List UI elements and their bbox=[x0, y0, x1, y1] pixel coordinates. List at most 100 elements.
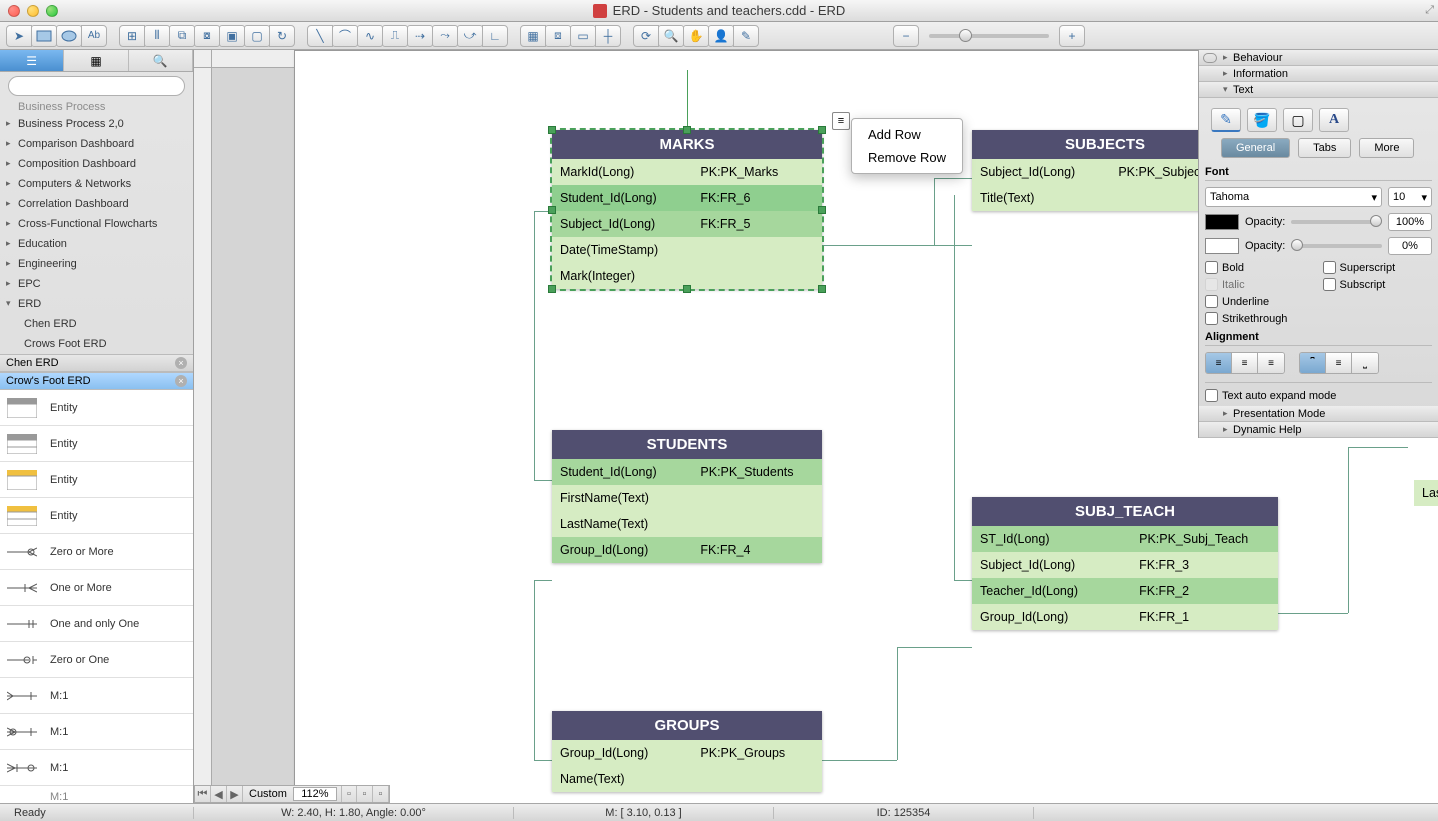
border-button[interactable]: ▢ bbox=[1283, 108, 1313, 132]
zoom-slider[interactable] bbox=[929, 34, 1049, 38]
zoom-out-button[interactable]: − bbox=[893, 25, 919, 47]
entity-row[interactable]: LastName(Text) bbox=[1414, 480, 1438, 506]
valign-middle-button[interactable]: ≡ bbox=[1326, 353, 1352, 373]
entity-row[interactable]: MarkId(Long)PK:PK_Marks bbox=[552, 159, 822, 185]
valign-bottom-button[interactable]: ⎵ bbox=[1352, 353, 1378, 373]
bold-checkbox[interactable]: Bold bbox=[1205, 261, 1315, 274]
minimize-window-button[interactable] bbox=[27, 5, 39, 17]
tab-general[interactable]: General bbox=[1221, 138, 1290, 158]
relation-line[interactable] bbox=[1348, 447, 1349, 613]
section-presentation[interactable]: ▸Presentation Mode bbox=[1199, 406, 1438, 422]
align-left-button[interactable]: ≡ bbox=[1206, 353, 1232, 373]
line-tool-button[interactable]: ╲ bbox=[307, 25, 333, 47]
selection-handle[interactable] bbox=[548, 285, 556, 293]
auto-expand-checkbox[interactable]: Text auto expand mode bbox=[1205, 389, 1432, 402]
grid-button[interactable]: ▦ bbox=[520, 25, 546, 47]
valign-top-button[interactable]: ⎴ bbox=[1300, 353, 1326, 373]
connector2-tool-button[interactable]: ⤳ bbox=[432, 25, 458, 47]
selection-handle[interactable] bbox=[683, 285, 691, 293]
rectangle-tool-button[interactable] bbox=[31, 25, 57, 47]
stencil-item[interactable]: One or More bbox=[0, 570, 193, 606]
text-color-swatch[interactable] bbox=[1205, 214, 1239, 230]
entity-subj_teach[interactable]: SUBJ_TEACHST_Id(Long)PK:PK_Subj_TeachSub… bbox=[972, 497, 1278, 630]
connector3-tool-button[interactable]: ⤻ bbox=[457, 25, 483, 47]
stencil-item[interactable]: M:1 bbox=[0, 714, 193, 750]
relation-line[interactable] bbox=[897, 647, 972, 648]
subscript-checkbox[interactable]: Subscript bbox=[1323, 278, 1433, 291]
arc-tool-button[interactable]: ⌒ bbox=[332, 25, 358, 47]
section-information[interactable]: ▸Information bbox=[1199, 66, 1438, 82]
align-center-button[interactable]: ≡ bbox=[1232, 353, 1258, 373]
tab-tabs[interactable]: Tabs bbox=[1298, 138, 1351, 158]
stencil-item[interactable]: Entity bbox=[0, 390, 193, 426]
stencil-item[interactable]: Entity bbox=[0, 498, 193, 534]
relation-line[interactable] bbox=[534, 580, 535, 760]
text-opacity-value[interactable]: 100% bbox=[1388, 213, 1432, 231]
tree-item[interactable]: Business Process bbox=[0, 100, 193, 114]
selection-handle[interactable] bbox=[818, 126, 826, 134]
entity-header[interactable]: GROUPS bbox=[552, 711, 822, 740]
section-text[interactable]: ▾Text bbox=[1199, 82, 1438, 98]
stencil-item[interactable]: M:1 bbox=[0, 678, 193, 714]
tree-item[interactable]: ▸Business Process 2,0 bbox=[0, 114, 193, 134]
sidebar-tab-tree[interactable]: ☰ bbox=[0, 50, 64, 71]
relation-line[interactable] bbox=[822, 760, 897, 761]
zoom-in-button[interactable]: + bbox=[1059, 25, 1085, 47]
entity-students[interactable]: STUDENTSStudent_Id(Long)PK:PK_StudentsFi… bbox=[552, 430, 822, 563]
entity-header[interactable]: MARKS bbox=[552, 130, 822, 159]
tree-item[interactable]: ▸Computers & Networks bbox=[0, 174, 193, 194]
relation-line[interactable] bbox=[1278, 613, 1348, 614]
close-window-button[interactable] bbox=[8, 5, 20, 17]
zoom-window-button[interactable] bbox=[46, 5, 58, 17]
zoom-button[interactable]: 🔍 bbox=[658, 25, 684, 47]
relation-line[interactable] bbox=[954, 195, 955, 580]
stencil-item[interactable]: M:1 bbox=[0, 786, 193, 803]
superscript-checkbox[interactable]: Superscript bbox=[1323, 261, 1433, 274]
tree-item-chen-erd[interactable]: Chen ERD bbox=[0, 314, 193, 334]
entity-marks[interactable]: MARKSMarkId(Long)PK:PK_MarksStudent_Id(L… bbox=[552, 130, 822, 289]
tree-item[interactable]: ▸Comparison Dashboard bbox=[0, 134, 193, 154]
entity-row[interactable]: Name(Text) bbox=[552, 766, 822, 792]
highlight-button[interactable]: ✎ bbox=[733, 25, 759, 47]
pointer-tool-button[interactable]: ➤ bbox=[6, 25, 32, 47]
tree-item[interactable]: ▸Education bbox=[0, 234, 193, 254]
view-mode-3-button[interactable]: ▫ bbox=[373, 786, 389, 802]
selection-handle[interactable] bbox=[818, 285, 826, 293]
entity-row[interactable]: Teacher_Id(Long)FK:FR_2 bbox=[972, 578, 1278, 604]
rotate-button[interactable]: ↻ bbox=[269, 25, 295, 47]
tab-more[interactable]: More bbox=[1359, 138, 1414, 158]
entity-row[interactable]: Student_Id(Long)PK:PK_Students bbox=[552, 459, 822, 485]
font-style-button[interactable]: A bbox=[1319, 108, 1349, 132]
relation-line[interactable] bbox=[934, 178, 972, 179]
selection-handle[interactable] bbox=[548, 206, 556, 214]
ungroup-button[interactable]: ⧇ bbox=[194, 25, 220, 47]
relation-line[interactable] bbox=[534, 580, 552, 581]
fit-page-button[interactable]: ▭ bbox=[570, 25, 596, 47]
stencil-item[interactable]: Zero or One bbox=[0, 642, 193, 678]
canvas[interactable]: ≡ MARKSMarkId(Long)PK:PK_MarksStudent_Id… bbox=[194, 50, 1438, 803]
stencil-tab-chen[interactable]: Chen ERD × bbox=[0, 354, 193, 372]
sidebar-tab-search[interactable]: 🔍 bbox=[129, 50, 193, 71]
selection-handle[interactable] bbox=[548, 126, 556, 134]
tree-item[interactable]: ▸Correlation Dashboard bbox=[0, 194, 193, 214]
section-behaviour[interactable]: ▸Behaviour bbox=[1199, 50, 1438, 66]
close-icon[interactable]: × bbox=[175, 357, 187, 369]
pan-button[interactable]: ✋ bbox=[683, 25, 709, 47]
outline-color-swatch[interactable] bbox=[1205, 238, 1239, 254]
text-opacity-slider[interactable] bbox=[1291, 220, 1382, 224]
entity-header[interactable]: STUDENTS bbox=[552, 430, 822, 459]
align-right-button[interactable]: ≡ bbox=[1258, 353, 1284, 373]
back-button[interactable]: ▢ bbox=[244, 25, 270, 47]
entity-row[interactable]: LastName(Text) bbox=[552, 511, 822, 537]
view-mode-1-button[interactable]: ▫ bbox=[341, 786, 357, 802]
relation-line[interactable] bbox=[934, 178, 935, 245]
entity-header[interactable]: SUBJ_TEACH bbox=[972, 497, 1278, 526]
entity-row[interactable]: FirstName(Text) bbox=[552, 485, 822, 511]
entity-row[interactable]: Subject_Id(Long)FK:FR_5 bbox=[552, 211, 822, 237]
relation-line[interactable] bbox=[534, 480, 552, 481]
menu-item-remove-row[interactable]: Remove Row bbox=[852, 146, 962, 169]
entity-row[interactable]: Group_Id(Long)FK:FR_1 bbox=[972, 604, 1278, 630]
page-prev-button[interactable]: ◀ bbox=[211, 786, 227, 802]
stencil-item[interactable]: One and only One bbox=[0, 606, 193, 642]
polyline-tool-button[interactable]: ⎍ bbox=[382, 25, 408, 47]
